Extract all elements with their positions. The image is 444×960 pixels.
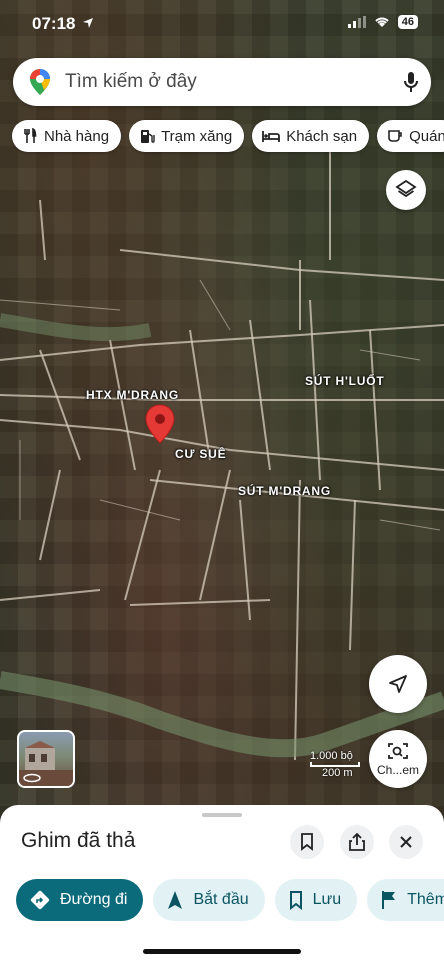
status-bar: 07:18 46 (0, 0, 444, 48)
street-view-thumbnail[interactable] (17, 730, 75, 788)
flag-icon (382, 891, 396, 909)
scale-metric: 200 m (322, 767, 353, 779)
restaurant-icon (24, 128, 37, 143)
maps-logo-icon (30, 69, 50, 95)
directions-icon (30, 890, 50, 910)
camera-search-icon (388, 743, 408, 759)
close-button[interactable] (389, 825, 423, 859)
sheet-title: Ghim đã thả (21, 829, 136, 852)
search-bar[interactable]: Tìm kiếm ở đây (13, 58, 431, 106)
add-label-button[interactable]: Thêm (367, 879, 444, 921)
map-label-htx-mdrang[interactable]: HTX M'DRANG (86, 388, 179, 402)
voice-search-button[interactable] (391, 71, 431, 93)
chip-restaurants[interactable]: Nhà hàng (12, 120, 122, 152)
save-label: Lưu (312, 891, 342, 908)
share-icon (349, 833, 365, 851)
status-indicators: 46 (347, 15, 418, 29)
layers-icon (395, 179, 417, 198)
map-scale: 1.000 bộ 200 m (310, 750, 360, 779)
microphone-icon (404, 72, 418, 92)
directions-label: Đường đi (60, 891, 128, 908)
action-buttons: Đường đi Bắt đầu Lưu Thêm (16, 879, 444, 921)
navigation-icon (168, 891, 183, 909)
battery-indicator: 46 (397, 15, 418, 29)
scale-imperial: 1.000 bộ (310, 750, 353, 762)
chip-hotels[interactable]: Khách sạn (252, 120, 370, 152)
rotate-360-icon (23, 773, 41, 783)
location-arrow-icon (83, 18, 94, 28)
save-button[interactable]: Lưu (274, 879, 358, 921)
my-location-button[interactable] (369, 655, 427, 713)
directions-button[interactable]: Đường đi (16, 879, 144, 921)
chip-label: Quán (409, 127, 444, 145)
save-icon-button[interactable] (290, 825, 324, 859)
place-bottom-sheet[interactable]: Ghim đã thả Đường đi Bắt đầu Lưu Thêm (0, 805, 444, 960)
chip-label: Nhà hàng (44, 127, 110, 145)
streetview-search-button[interactable]: Ch...em (369, 730, 427, 788)
map-label-sut-hluot[interactable]: SÚT H'LUỐT (305, 374, 385, 388)
sheet-drag-handle[interactable] (202, 813, 242, 817)
cafe-icon (388, 130, 402, 142)
signal-icon (347, 16, 366, 28)
search-input[interactable]: Tìm kiếm ở đây (65, 71, 391, 93)
map-label-cu-sue[interactable]: CƯ SUÊ (175, 447, 226, 461)
chip-gas-stations[interactable]: Trạm xăng (129, 120, 245, 152)
status-time: 07:18 (32, 14, 94, 34)
add-label-text: Thêm (407, 891, 444, 908)
wifi-icon (375, 17, 389, 27)
navigation-arrow-icon (389, 675, 407, 693)
chip-label: Trạm xăng (161, 127, 233, 145)
dropped-pin (145, 404, 175, 444)
map-label-sut-mdrang[interactable]: SÚT M'DRANG (238, 484, 331, 498)
home-indicator (143, 949, 301, 954)
streetview-label: Ch...em (376, 763, 419, 777)
bookmark-icon (289, 891, 302, 910)
chip-cafes[interactable]: Quán (377, 120, 444, 152)
time-text: 07:18 (32, 14, 76, 33)
gas-station-icon (141, 130, 155, 143)
chip-label: Khách sạn (286, 127, 358, 145)
share-button[interactable] (340, 825, 374, 859)
start-button[interactable]: Bắt đầu (153, 879, 265, 921)
close-icon (400, 836, 412, 848)
layers-button[interactable] (386, 170, 426, 210)
bookmark-icon (301, 833, 313, 851)
category-chips: Nhà hàng Trạm xăng Khách sạn Quán (12, 120, 444, 152)
start-label: Bắt đầu (193, 891, 249, 908)
hotel-icon (262, 131, 281, 142)
